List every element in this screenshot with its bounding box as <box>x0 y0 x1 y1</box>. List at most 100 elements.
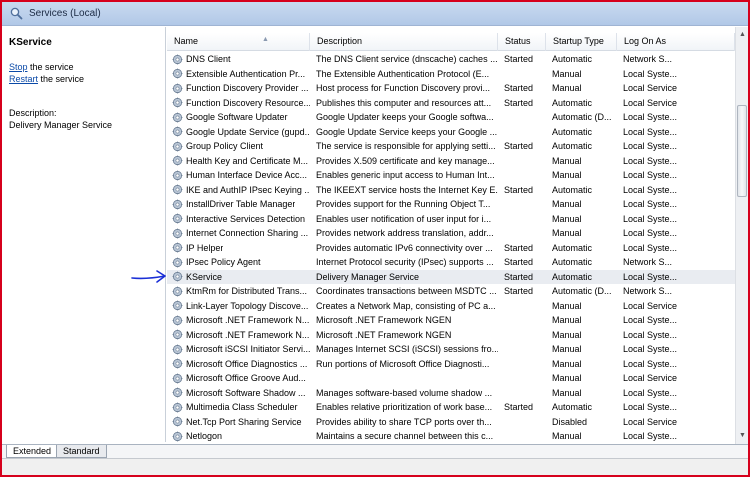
service-log-on-as: Local Service <box>623 300 678 311</box>
table-row[interactable]: Net.Tcp Port Sharing Service Provides abi… <box>167 415 735 430</box>
vertical-scrollbar[interactable]: ▲ ▼ <box>735 27 748 444</box>
view-tabs: Extended Standard <box>2 444 748 458</box>
service-log-on-as: Local Syste... <box>623 387 678 398</box>
table-row[interactable]: InstallDriver Table Manager Provides supp… <box>167 197 735 212</box>
column-header-log-on-as[interactable]: Log On As <box>617 33 735 51</box>
table-row[interactable]: Microsoft Office Groove Aud... Manual Loca… <box>167 371 735 386</box>
tab-extended[interactable]: Extended <box>6 445 59 458</box>
service-startup-type: Manual <box>552 155 582 166</box>
magnifier-icon <box>10 7 23 20</box>
service-startup-type: Automatic <box>552 184 593 195</box>
column-header-log-on-as-label: Log On As <box>624 36 667 46</box>
scroll-up-icon[interactable]: ▲ <box>738 30 747 39</box>
service-name: InstallDriver Table Manager <box>186 199 296 210</box>
table-row[interactable]: Internet Connection Sharing ... Provides … <box>167 226 735 241</box>
service-log-on-as: Local Service <box>623 416 678 427</box>
table-row[interactable]: KService Delivery Manager Service Started A… <box>167 269 735 284</box>
service-startup-type: Manual <box>552 68 582 79</box>
table-row[interactable]: Function Discovery Resource... Publishes … <box>167 96 735 111</box>
table-row[interactable]: Group Policy Client The service is respon… <box>167 139 735 154</box>
service-name: Health Key and Certificate M... <box>186 155 309 166</box>
table-row[interactable]: IPsec Policy Agent Internet Protocol secu… <box>167 255 735 270</box>
table-row[interactable]: Microsoft .NET Framework N... Microsoft .… <box>167 328 735 343</box>
service-description: Provides ability to share TCP ports over… <box>316 416 492 427</box>
title-bar: Services (Local) <box>2 2 748 26</box>
table-row[interactable]: Human Interface Device Acc... Enables gen… <box>167 168 735 183</box>
table-row[interactable]: Function Discovery Provider ... Host proc… <box>167 81 735 96</box>
service-log-on-as: Local Service <box>623 83 678 94</box>
service-startup-type: Automatic (D... <box>552 112 612 123</box>
service-description: Run portions of Microsoft Office Diagnos… <box>316 358 490 369</box>
gear-icon <box>172 344 183 355</box>
gear-icon <box>172 141 183 152</box>
column-header-startup-type-label: Startup Type <box>553 36 604 46</box>
service-name: Microsoft iSCSI Initiator Servi... <box>186 344 310 355</box>
restart-action: Restart the service <box>9 74 84 84</box>
service-name-cell: IPsec Policy Agent <box>167 255 310 269</box>
service-startup-type: Automatic <box>552 126 593 137</box>
table-row[interactable]: Link-Layer Topology Discove... Creates a … <box>167 299 735 314</box>
column-header-name[interactable]: ▲ Name <box>167 33 310 51</box>
gear-icon <box>172 257 183 268</box>
restart-link[interactable]: Restart <box>9 74 38 84</box>
service-name: Google Update Service (gupd... <box>186 126 310 137</box>
table-row[interactable]: IP Helper Provides automatic IPv6 connect… <box>167 241 735 256</box>
table-row[interactable]: Microsoft .NET Framework N... Microsoft .… <box>167 313 735 328</box>
service-name-cell: Microsoft Software Shadow ... <box>167 386 310 400</box>
service-description: The DNS Client service (dnscache) caches… <box>316 54 498 65</box>
service-description: Google Update Service keeps your Google … <box>316 126 498 137</box>
service-startup-type: Automatic <box>552 54 593 65</box>
scroll-down-icon[interactable]: ▼ <box>738 431 747 440</box>
table-row[interactable]: IKE and AuthIP IPsec Keying ... The IKEEX… <box>167 183 735 198</box>
stop-link[interactable]: Stop <box>9 62 28 72</box>
service-log-on-as: Local Syste... <box>623 242 678 253</box>
column-header-status[interactable]: Status <box>498 33 546 51</box>
service-name: Multimedia Class Scheduler <box>186 402 298 413</box>
service-description: Enables relative prioritization of work … <box>316 402 493 413</box>
gear-icon <box>172 54 183 65</box>
table-row[interactable]: Microsoft iSCSI Initiator Servi... Manage… <box>167 342 735 357</box>
service-name: Extensible Authentication Pr... <box>186 68 306 79</box>
service-description: Provides automatic IPv6 connectivity ove… <box>316 242 493 253</box>
table-row[interactable]: KtmRm for Distributed Trans... Coordinate… <box>167 284 735 299</box>
service-log-on-as: Local Syste... <box>623 199 678 210</box>
table-row[interactable]: Google Update Service (gupd... Google Upd… <box>167 125 735 140</box>
service-name: Microsoft Software Shadow ... <box>186 387 306 398</box>
service-description: Creates a Network Map, consisting of PC … <box>316 300 496 311</box>
service-log-on-as: Local Syste... <box>623 228 678 239</box>
service-log-on-as: Network S... <box>623 286 673 297</box>
service-description: Coordinates transactions between MSDTC .… <box>316 286 497 297</box>
tab-standard-label: Standard <box>63 446 100 456</box>
restart-action-text: the service <box>38 74 85 84</box>
service-log-on-as: Local Syste... <box>623 126 678 137</box>
service-log-on-as: Local Syste... <box>623 315 678 326</box>
table-row[interactable]: DNS Client The DNS Client service (dnscac… <box>167 52 735 67</box>
gear-icon <box>172 329 183 340</box>
service-log-on-as: Local Syste... <box>623 170 678 181</box>
tab-standard[interactable]: Standard <box>56 445 107 458</box>
gear-icon <box>172 373 183 384</box>
service-log-on-as: Local Syste... <box>623 431 678 442</box>
table-row[interactable]: Interactive Services Detection Enables us… <box>167 212 735 227</box>
table-row[interactable]: Google Software Updater Google Updater ke… <box>167 110 735 125</box>
service-description: Provides X.509 certificate and key manag… <box>316 155 495 166</box>
service-name: Microsoft .NET Framework N... <box>186 315 310 326</box>
column-header-startup-type[interactable]: Startup Type <box>546 33 617 51</box>
gear-icon <box>172 126 183 137</box>
table-row[interactable]: Health Key and Certificate M... Provides … <box>167 154 735 169</box>
column-header-status-label: Status <box>505 36 531 46</box>
gear-icon <box>172 199 183 210</box>
service-name-cell: InstallDriver Table Manager <box>167 197 310 211</box>
column-header-description[interactable]: Description <box>310 33 498 51</box>
scrollbar-thumb[interactable] <box>737 105 747 197</box>
table-row[interactable]: Extensible Authentication Pr... The Exten… <box>167 67 735 82</box>
table-row[interactable]: Microsoft Office Diagnostics ... Run port… <box>167 357 735 372</box>
table-row[interactable]: Multimedia Class Scheduler Enables relati… <box>167 400 735 415</box>
gear-icon <box>172 68 183 79</box>
service-name: Link-Layer Topology Discove... <box>186 300 309 311</box>
sort-ascending-icon: ▲ <box>262 36 269 43</box>
table-row[interactable]: Microsoft Software Shadow ... Manages sof… <box>167 386 735 401</box>
service-name: Google Software Updater <box>186 112 288 123</box>
service-startup-type: Automatic <box>552 271 593 282</box>
table-row[interactable]: Netlogon Maintains a secure channel betwe… <box>167 429 735 444</box>
